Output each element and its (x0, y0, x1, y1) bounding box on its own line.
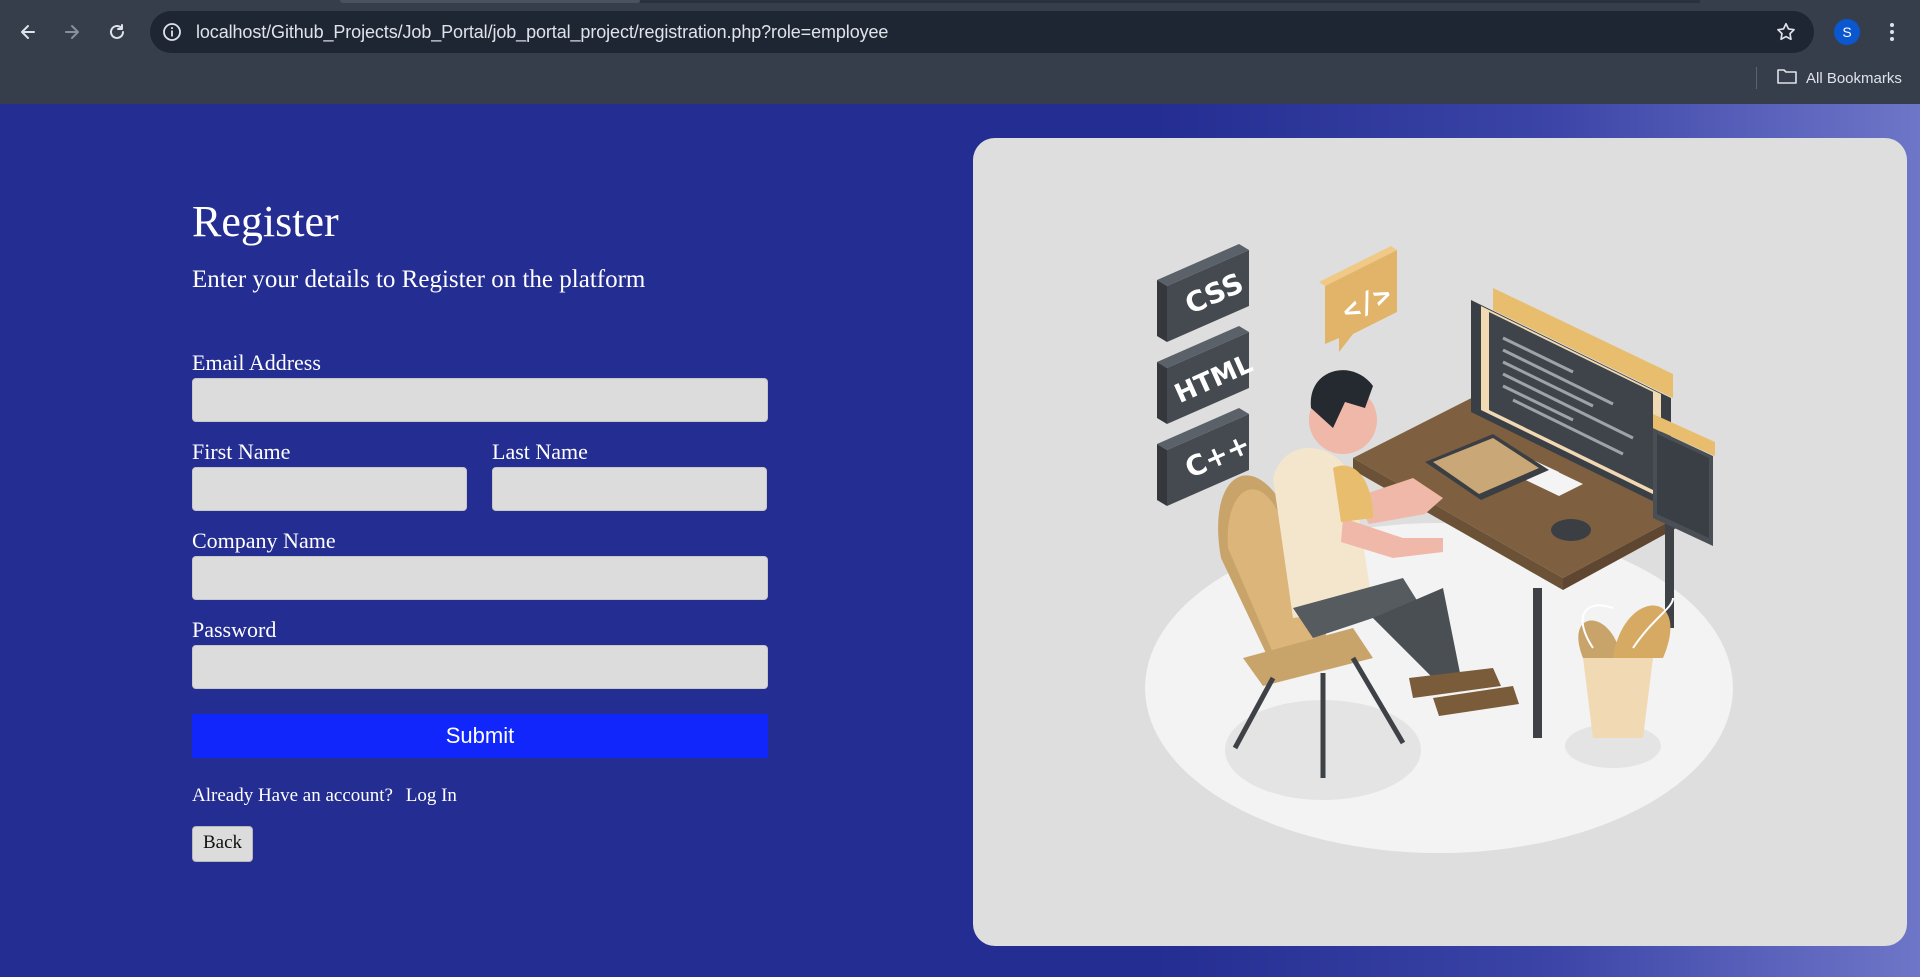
developer-illustration: CSS HTML C++ </> (1145, 244, 1733, 853)
company-name-label: Company Name (192, 528, 336, 553)
page-subtitle: Enter your details to Register on the pl… (192, 266, 646, 293)
password-label: Password (192, 617, 277, 642)
site-info-icon[interactable] (160, 20, 184, 44)
illustration-card: CSS HTML C++ </> (973, 138, 1907, 946)
email-label: Email Address (192, 350, 321, 375)
code-bubble-icon: </> (1319, 246, 1397, 352)
forward-arrow-icon[interactable] (55, 15, 89, 49)
address-bar[interactable]: localhost/Github_Projects/Job_Portal/job… (150, 11, 1814, 53)
url-text[interactable]: localhost/Github_Projects/Job_Portal/job… (196, 11, 888, 53)
page-body: Register Enter your details to Register … (0, 104, 1920, 977)
bookmarks-separator (1756, 67, 1757, 89)
browser-chrome: localhost/Github_Projects/Job_Portal/job… (0, 0, 1920, 104)
account-prompt-text: Already Have an account? (192, 785, 393, 806)
css-badge: CSS (1157, 244, 1249, 342)
all-bookmarks-label: All Bookmarks (1806, 69, 1902, 87)
company-name-field[interactable] (192, 556, 768, 600)
profile-avatar[interactable]: S (1834, 19, 1860, 45)
first-name-field[interactable] (192, 467, 467, 511)
last-name-label: Last Name (492, 439, 588, 464)
folder-icon (1776, 67, 1798, 89)
submit-button[interactable]: Submit (192, 714, 768, 758)
bookmark-star-icon[interactable] (1774, 20, 1798, 44)
tab-edge (340, 0, 640, 3)
last-name-field[interactable] (492, 467, 767, 511)
html-badge: HTML (1157, 326, 1257, 424)
page-title: Register (192, 197, 339, 246)
reload-icon[interactable] (100, 15, 134, 49)
registration-form: Register Enter your details to Register … (192, 194, 768, 862)
menu-kebab-icon[interactable] (1880, 15, 1904, 49)
back-arrow-icon[interactable] (11, 15, 45, 49)
login-link[interactable]: Log In (406, 785, 457, 806)
login-prompt: Already Have an account? Log In (192, 782, 768, 810)
back-button[interactable]: Back (192, 826, 254, 862)
first-name-label: First Name (192, 439, 291, 464)
tab-edge (640, 0, 1700, 3)
all-bookmarks-button[interactable]: All Bookmarks (1776, 66, 1902, 90)
email-field[interactable] (192, 378, 768, 422)
password-field[interactable] (192, 645, 768, 689)
